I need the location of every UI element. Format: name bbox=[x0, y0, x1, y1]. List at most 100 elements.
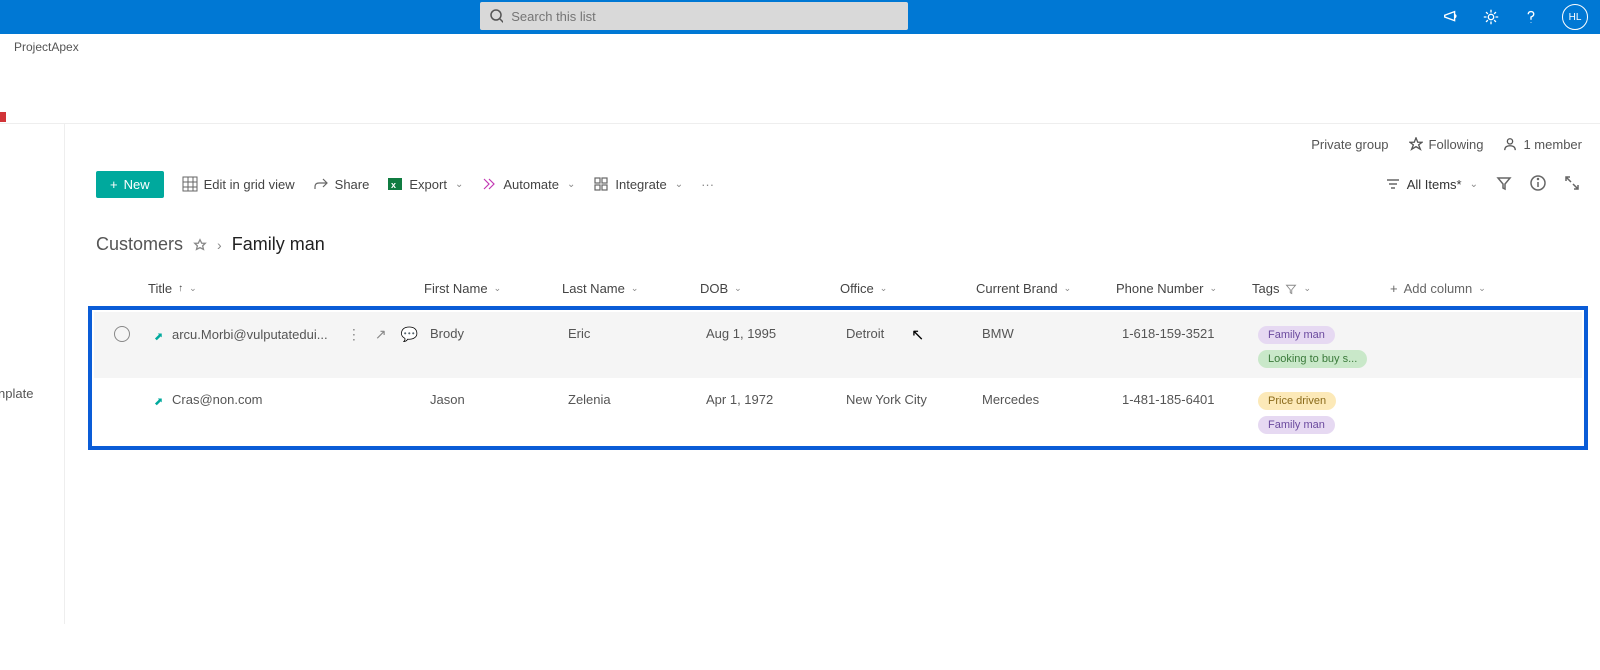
status-icon: ⬈ bbox=[154, 395, 166, 405]
column-header-firstname[interactable]: First Name ⌄ bbox=[424, 281, 562, 296]
row-title[interactable]: Cras@non.com bbox=[172, 392, 263, 407]
filter-button[interactable] bbox=[1496, 175, 1512, 194]
column-header-title[interactable]: Title ↑ ⌄ bbox=[144, 281, 424, 296]
cell-tags: Price driven Family man bbox=[1258, 388, 1396, 434]
cell-phone: 1-618-159-3521 bbox=[1122, 322, 1258, 341]
grid-icon bbox=[182, 176, 198, 192]
command-bar-right: All Items* ⌄ bbox=[1385, 175, 1600, 194]
tag[interactable]: Family man bbox=[1258, 416, 1335, 434]
select-all-header[interactable] bbox=[88, 281, 144, 296]
settings-icon[interactable] bbox=[1482, 8, 1500, 26]
status-icon: ⬈ bbox=[154, 330, 166, 340]
cell-brand: BMW bbox=[982, 322, 1122, 341]
help-icon[interactable] bbox=[1522, 8, 1540, 26]
left-rail bbox=[0, 124, 65, 624]
info-button[interactable] bbox=[1530, 175, 1546, 194]
cell-brand: Mercedes bbox=[982, 388, 1122, 407]
top-icons: HL bbox=[1442, 4, 1588, 30]
members-link[interactable]: 1 member bbox=[1503, 137, 1582, 152]
filter-icon bbox=[1285, 283, 1297, 295]
list-icon bbox=[1385, 176, 1401, 192]
svg-text:x: x bbox=[391, 180, 396, 190]
view-selector[interactable]: All Items* ⌄ bbox=[1385, 176, 1478, 192]
breadcrumb: Customers › Family man bbox=[0, 204, 1600, 255]
chevron-down-icon: ⌄ bbox=[1470, 179, 1478, 190]
group-privacy: Private group bbox=[1311, 137, 1388, 152]
breadcrumb-current: Family man bbox=[232, 234, 325, 255]
search-icon bbox=[490, 9, 503, 23]
plus-icon: + bbox=[110, 177, 118, 192]
cell-office: New York City bbox=[846, 388, 982, 407]
share-icon bbox=[313, 176, 329, 192]
table-row[interactable]: ⬈ arcu.Morbi@vulputatedui... ⋮ ↗ 💬 Brody… bbox=[94, 312, 1582, 378]
cell-office: Detroit bbox=[846, 322, 982, 341]
table-row[interactable]: ⬈ Cras@non.com Jason Zelenia Apr 1, 1972… bbox=[94, 378, 1582, 444]
site-logo-strip bbox=[0, 112, 6, 122]
chevron-right-icon: › bbox=[217, 237, 222, 253]
automate-button[interactable]: Automate ⌄ bbox=[481, 176, 575, 192]
tag[interactable]: Looking to buy s... bbox=[1258, 350, 1367, 368]
breadcrumb-parent[interactable]: Customers bbox=[96, 234, 183, 255]
site-name[interactable]: ProjectApex bbox=[14, 40, 1600, 54]
search-input[interactable] bbox=[511, 9, 898, 24]
excel-icon: x bbox=[387, 176, 403, 192]
flow-icon bbox=[481, 176, 497, 192]
user-avatar[interactable]: HL bbox=[1562, 4, 1588, 30]
more-button[interactable]: ··· bbox=[701, 177, 714, 192]
export-button[interactable]: x Export ⌄ bbox=[387, 176, 463, 192]
new-button[interactable]: + New bbox=[96, 171, 164, 198]
share-button[interactable]: Share bbox=[313, 176, 370, 192]
suite-header: HL bbox=[0, 0, 1600, 34]
favorite-icon[interactable] bbox=[193, 238, 207, 252]
cell-dob: Aug 1, 1995 bbox=[706, 322, 846, 341]
chevron-down-icon: ⌄ bbox=[455, 179, 463, 190]
edit-grid-button[interactable]: Edit in grid view bbox=[182, 176, 295, 192]
automate-label: Automate bbox=[503, 177, 559, 192]
tag[interactable]: Family man bbox=[1258, 326, 1335, 344]
share-row-icon[interactable]: ↗ bbox=[375, 326, 387, 343]
column-header-phone[interactable]: Phone Number ⌄ bbox=[1116, 281, 1252, 296]
new-label: New bbox=[124, 177, 150, 192]
megaphone-icon[interactable] bbox=[1442, 8, 1460, 26]
column-header-tags[interactable]: Tags ⌄ bbox=[1252, 281, 1390, 296]
row-actions: ⋮ ↗ 💬 bbox=[347, 326, 430, 343]
add-column-button[interactable]: + Add column ⌄ bbox=[1390, 281, 1500, 296]
cell-firstname: Brody bbox=[430, 322, 568, 341]
cell-dob: Apr 1, 1972 bbox=[706, 388, 846, 407]
chevron-down-icon: ⌄ bbox=[675, 179, 683, 190]
person-icon bbox=[1503, 137, 1517, 151]
chevron-down-icon: ⌄ bbox=[567, 179, 575, 190]
tag[interactable]: Price driven bbox=[1258, 392, 1336, 410]
export-label: Export bbox=[409, 177, 447, 192]
highlight-selection: ⬈ arcu.Morbi@vulputatedui... ⋮ ↗ 💬 Brody… bbox=[88, 306, 1588, 450]
view-name: All Items* bbox=[1407, 177, 1462, 192]
integrate-button[interactable]: Integrate ⌄ bbox=[593, 176, 683, 192]
comment-icon[interactable]: 💬 bbox=[401, 326, 418, 343]
left-rail-label[interactable]: nplate bbox=[0, 386, 33, 401]
integrate-label: Integrate bbox=[615, 177, 666, 192]
list-table: Title ↑ ⌄ First Name ⌄ Last Name ⌄ DOB ⌄… bbox=[88, 281, 1588, 450]
cell-lastname: Eric bbox=[568, 322, 706, 341]
column-header-dob[interactable]: DOB ⌄ bbox=[700, 281, 840, 296]
following-label: Following bbox=[1429, 137, 1484, 152]
column-header-lastname[interactable]: Last Name ⌄ bbox=[562, 281, 700, 296]
expand-button[interactable] bbox=[1564, 175, 1580, 194]
row-selector[interactable] bbox=[114, 326, 130, 342]
column-headers: Title ↑ ⌄ First Name ⌄ Last Name ⌄ DOB ⌄… bbox=[88, 281, 1588, 306]
follow-button[interactable]: Following bbox=[1409, 137, 1484, 152]
column-header-brand[interactable]: Current Brand ⌄ bbox=[976, 281, 1116, 296]
cell-tags: Family man Looking to buy s... bbox=[1258, 322, 1396, 368]
star-icon bbox=[1409, 137, 1423, 151]
info-bar: Private group Following 1 member bbox=[0, 124, 1600, 164]
row-title[interactable]: arcu.Morbi@vulputatedui... bbox=[172, 327, 328, 342]
share-label: Share bbox=[335, 177, 370, 192]
column-header-office[interactable]: Office ⌄ bbox=[840, 281, 976, 296]
more-icon[interactable]: ⋮ bbox=[347, 326, 361, 343]
command-bar: + New Edit in grid view Share x Export ⌄… bbox=[0, 164, 1600, 204]
edit-grid-label: Edit in grid view bbox=[204, 177, 295, 192]
cell-phone: 1-481-185-6401 bbox=[1122, 388, 1258, 407]
integrate-icon bbox=[593, 176, 609, 192]
site-header: ProjectApex bbox=[0, 34, 1600, 124]
cell-firstname: Jason bbox=[430, 388, 568, 407]
search-box[interactable] bbox=[480, 2, 908, 30]
